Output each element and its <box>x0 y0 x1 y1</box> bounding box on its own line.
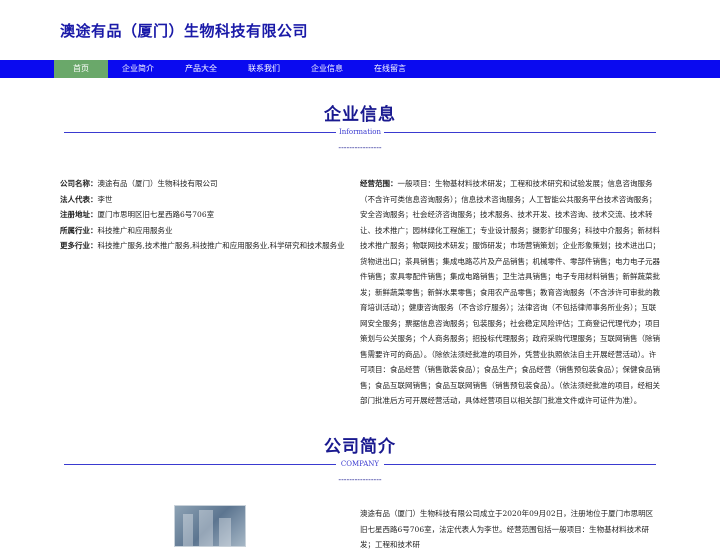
field-address: 注册地址：厦门市思明区旧七星西路6号706室 <box>60 207 340 223</box>
company-fields: 公司名称：澳途有品（厦门）生物科技有限公司 法人代表：李世 注册地址：厦门市思明… <box>60 176 345 254</box>
field-more-industry: 更多行业：科技推广服务,技术推广服务,科技推广和应用服务业,科学研究和技术服务业 <box>60 238 345 254</box>
field-value: 科技推广和应用服务业 <box>97 225 173 235</box>
field-value: 厦门市思明区旧七星西路6号706室 <box>97 210 215 219</box>
field-value: 李世 <box>97 194 113 204</box>
company-info-title: 企业信息 <box>324 105 396 125</box>
field-label: 法人代表： <box>60 194 98 204</box>
site-title: 澳途有品（厦门）生物科技有限公司 <box>60 22 309 40</box>
company-photo <box>174 505 246 547</box>
scope-label: 经营范围： <box>360 179 398 188</box>
nav-item-contact[interactable]: 联系我们 <box>237 60 291 78</box>
field-legal-rep: 法人代表：李世 <box>60 192 340 208</box>
field-label: 注册地址： <box>60 210 98 219</box>
main-nav: 首页 企业简介 产品大全 联系我们 企业信息 在线留言 <box>0 60 720 78</box>
company-intro-dashes: ---------------- <box>338 475 382 484</box>
company-intro-text: 澳途有品（厦门）生物科技有限公司成立于2020年09月02日，注册地位于厦门市思… <box>360 509 654 549</box>
field-industry: 所属行业：科技推广和应用服务业 <box>60 223 340 239</box>
field-value: 科技推广服务,技术推广服务,科技推广和应用服务业,科学研究和技术服务业 <box>97 241 345 250</box>
field-label: 更多行业： <box>60 241 98 250</box>
nav-item-company-info[interactable]: 企业信息 <box>300 60 354 78</box>
scope-value: 一般项目：生物基材料技术研发；工程和技术研究和试验发展；信息咨询服务（不含许可类… <box>360 179 660 405</box>
nav-item-company-intro[interactable]: 企业简介 <box>111 60 165 78</box>
field-value: 澳途有品（厦门）生物科技有限公司 <box>97 179 218 188</box>
company-intro-subtitle: COMPANY <box>340 460 380 468</box>
business-scope: 经营范围：一般项目：生物基材料技术研发；工程和技术研究和试验发展；信息咨询服务（… <box>360 176 660 409</box>
company-info-dashes: ---------------- <box>338 143 382 152</box>
nav-item-home[interactable]: 首页 <box>54 60 108 78</box>
nav-item-products[interactable]: 产品大全 <box>174 60 228 78</box>
field-label: 所属行业： <box>60 225 98 235</box>
nav-item-message[interactable]: 在线留言 <box>363 60 417 78</box>
field-company-name: 公司名称：澳途有品（厦门）生物科技有限公司 <box>60 176 340 192</box>
field-label: 公司名称： <box>60 179 98 188</box>
company-intro-title: 公司简介 <box>324 437 396 457</box>
company-info-subtitle: Information <box>338 128 381 136</box>
